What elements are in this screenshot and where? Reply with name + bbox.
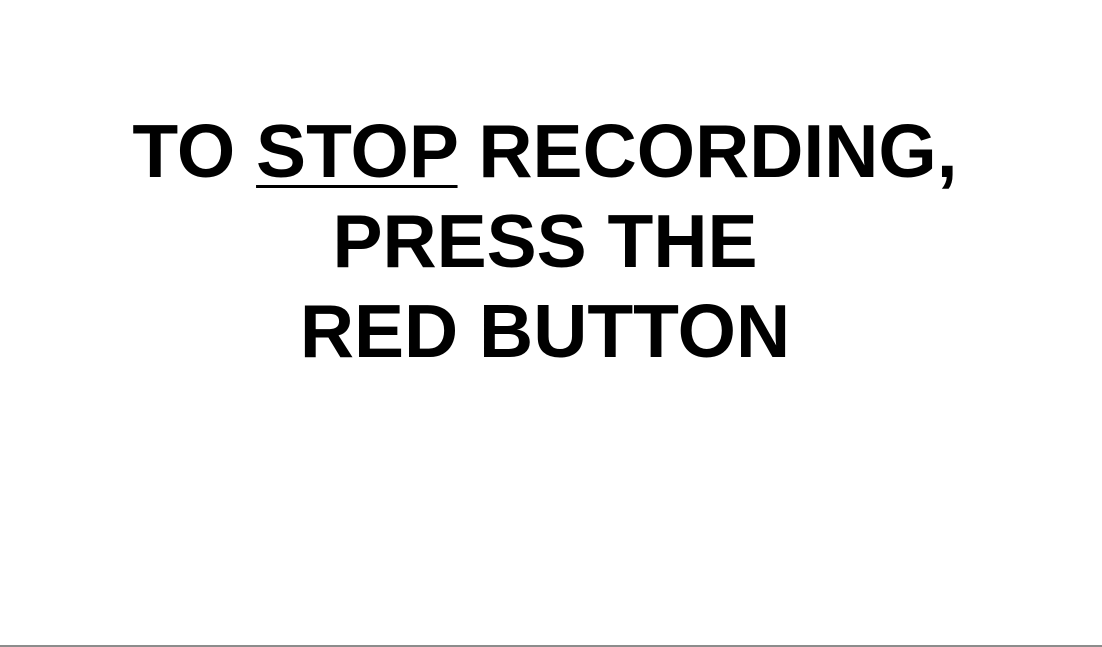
instruction-page: TO STOP RECORDING, PRESS THE RED BUTTON [0, 0, 1102, 647]
instruction-line-3: RED BUTTON [299, 289, 791, 373]
instruction-line-1: TO STOP RECORDING, [0, 106, 1090, 196]
instruction-line-1-suffix: RECORDING, [457, 109, 958, 193]
instruction-line-2: PRESS THE [332, 199, 758, 283]
instruction-line-1-prefix: TO [132, 109, 257, 193]
stop-recording-instruction: TO STOP RECORDING, PRESS THE RED BUTTON [0, 106, 1090, 376]
instruction-emphasis-stop: STOP [256, 109, 458, 193]
